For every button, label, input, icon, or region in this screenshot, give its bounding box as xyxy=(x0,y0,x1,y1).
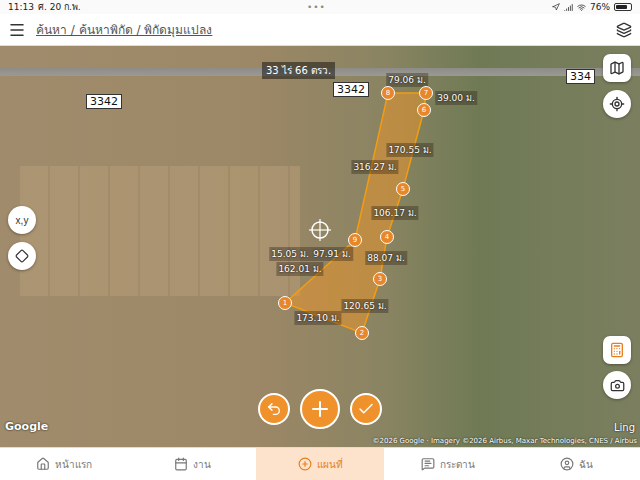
location-icon xyxy=(552,3,560,11)
status-dots: ••• xyxy=(307,2,326,12)
area-label: 33 ไร่ 66 ตรว. xyxy=(262,62,335,79)
add-button[interactable] xyxy=(300,389,340,429)
map-attribution: ©2026 Google · Imagery ©2026 Airbus, Max… xyxy=(373,437,637,445)
scale-label: Ling xyxy=(614,422,635,433)
app-screen: 11:13 ศ. 20 ก.พ. ••• 76% ค้นหา / ค้นหาพิกัด … xyxy=(0,0,640,480)
vertex-marker[interactable]: 8 xyxy=(381,86,395,100)
vertex-marker[interactable]: 3 xyxy=(373,272,387,286)
vertex-marker[interactable]: 9 xyxy=(348,233,362,247)
diamond-button[interactable] xyxy=(8,242,36,270)
locate-button[interactable] xyxy=(603,90,631,118)
road-label: 3342 xyxy=(333,82,369,97)
edge-length: 173.10 ม. xyxy=(294,311,341,325)
edge-length: 88.07 ม. xyxy=(365,251,407,265)
xy-button[interactable]: x,y xyxy=(8,206,36,234)
battery-percent: 76% xyxy=(590,2,610,12)
layers-icon[interactable] xyxy=(616,22,632,38)
vertex-marker[interactable]: 6 xyxy=(417,103,431,117)
nav-item[interactable]: ฉัน xyxy=(512,448,640,480)
breadcrumb[interactable]: ค้นหา / ค้นหาพิกัด / พิกัดมุมแปลง xyxy=(36,20,606,39)
map-type-button[interactable] xyxy=(603,54,631,82)
calculator-icon xyxy=(609,342,625,358)
check-icon xyxy=(357,400,375,418)
calculator-button[interactable] xyxy=(603,336,631,364)
edge-length: 316.27 ม. xyxy=(351,160,398,174)
battery-icon xyxy=(614,3,632,11)
field-area xyxy=(20,166,300,296)
edge-length: 170.55 ม. xyxy=(386,143,433,157)
nav-item[interactable]: หน้าแรก xyxy=(0,448,128,480)
confirm-button[interactable] xyxy=(350,393,382,425)
nav-icon xyxy=(174,457,188,471)
crosshair-icon xyxy=(309,219,331,241)
undo-icon xyxy=(266,401,282,417)
vertex-marker[interactable]: 4 xyxy=(380,230,394,244)
vertex-marker[interactable]: 7 xyxy=(419,86,433,100)
road-label: 334 xyxy=(566,69,595,84)
menu-icon[interactable] xyxy=(8,21,26,39)
camera-button[interactable] xyxy=(603,371,631,399)
vertex-marker[interactable]: 5 xyxy=(396,182,410,196)
nav-icon xyxy=(36,457,50,471)
camera-icon xyxy=(610,378,625,393)
edge-length: 15.05 ม. xyxy=(269,247,311,261)
undo-button[interactable] xyxy=(258,393,290,425)
edge-length: 79.06 ม. xyxy=(386,73,428,87)
nav-item[interactable]: กระดาน xyxy=(384,448,512,480)
locate-icon xyxy=(609,96,625,112)
nav-icon xyxy=(560,457,574,471)
diamond-icon xyxy=(15,249,29,263)
nav-icon xyxy=(421,457,435,471)
road-label: 3342 xyxy=(86,94,122,109)
nav-icon xyxy=(298,457,312,471)
edge-length: 162.01 ม. xyxy=(276,262,323,276)
top-bar: ค้นหา / ค้นหาพิกัด / พิกัดมุมแปลง xyxy=(0,14,640,46)
map-icon xyxy=(609,60,625,76)
status-date: ศ. 20 ก.พ. xyxy=(38,0,81,14)
vertex-marker[interactable]: 1 xyxy=(278,296,292,310)
nav-item[interactable]: แผนที่ xyxy=(256,448,384,480)
map[interactable]: 33 ไร่ 66 ตรว. 3342 3342 334 79.06 ม. 39.00 ม… xyxy=(0,46,640,447)
nav-item[interactable]: งาน xyxy=(128,448,256,480)
action-row xyxy=(0,389,640,429)
edge-length: 97.91 ม. xyxy=(311,247,353,261)
google-logo: Google xyxy=(5,420,48,433)
edge-length: 39.00 ม. xyxy=(435,91,477,105)
bottom-nav: หน้าแรกงานแผนที่กระดานฉัน xyxy=(0,447,640,480)
status-bar: 11:13 ศ. 20 ก.พ. ••• 76% xyxy=(0,0,640,14)
plus-icon xyxy=(308,397,332,421)
signal-icon xyxy=(564,3,573,12)
edge-length: 120.65 ม. xyxy=(341,299,388,313)
wifi-icon xyxy=(577,3,586,12)
status-time: 11:13 xyxy=(8,2,34,12)
edge-length: 106.17 ม. xyxy=(371,206,418,220)
vertex-marker[interactable]: 2 xyxy=(355,326,369,340)
